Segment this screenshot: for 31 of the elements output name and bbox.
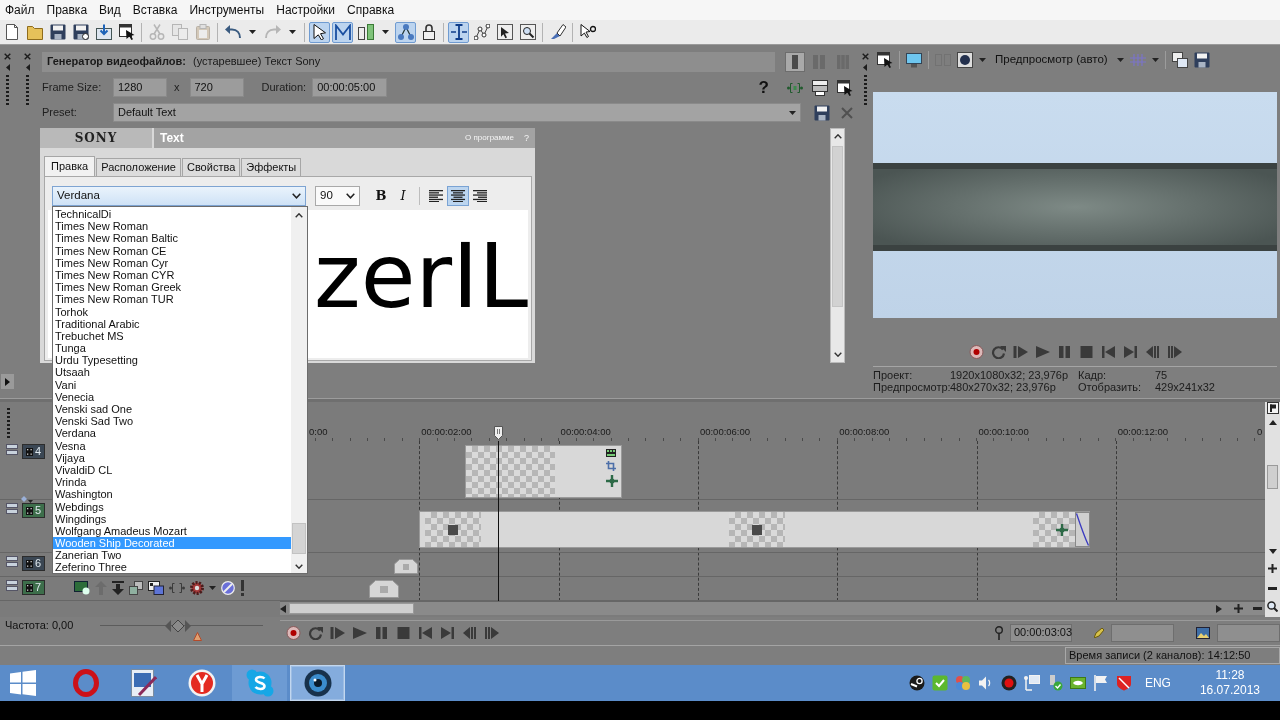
brand-label: SONY <box>40 128 152 148</box>
ruler-label: 0 <box>1257 426 1263 437</box>
ruler-label: 00:00:02:00 <box>421 426 472 437</box>
track-number: 6 <box>34 557 42 570</box>
ruler-label: 0:00 <box>309 426 328 437</box>
editor-text: zerIL <box>314 232 528 321</box>
rate-label: Частота: 0,00 <box>5 619 74 633</box>
info-label: Отобразить: <box>1078 381 1142 393</box>
info-label: Проект: <box>873 369 914 381</box>
plugin-title: Text <box>160 130 184 146</box>
track-number: 5 <box>34 504 42 517</box>
field-label: Frame Size: <box>42 80 103 95</box>
track-number: 4 <box>34 445 42 458</box>
info-value: 480x270x32; 23,976p <box>950 381 1057 393</box>
field-label: Duration: <box>261 80 307 95</box>
ruler-label: 00:00:12:00 <box>1117 426 1168 437</box>
status-text: Время записи (2 каналов): 14:12:50 <box>1065 647 1280 664</box>
generator-name: (устаревшее) Текст Sony <box>192 55 321 69</box>
ruler-label: 00:00:10:00 <box>978 426 1029 437</box>
info-value: 429x241x32 <box>1155 381 1216 393</box>
info-label: Кадр: <box>1078 369 1107 381</box>
field-label: Preset: <box>42 105 78 120</box>
ruler-label: 00:00:06:00 <box>699 426 751 437</box>
info-value: 75 <box>1155 369 1169 381</box>
panel-title: Генератор видеофайлов: <box>47 55 186 69</box>
ruler-label: 00:00:08:00 <box>839 426 890 437</box>
info-label: Предпросмотр: <box>873 381 950 393</box>
info-value: 1920x1080x32; 23,976p <box>950 369 1070 381</box>
track-number: 7 <box>34 581 42 594</box>
times-label: x <box>174 80 180 95</box>
ruler-label: 00:00:04:00 <box>560 426 611 437</box>
